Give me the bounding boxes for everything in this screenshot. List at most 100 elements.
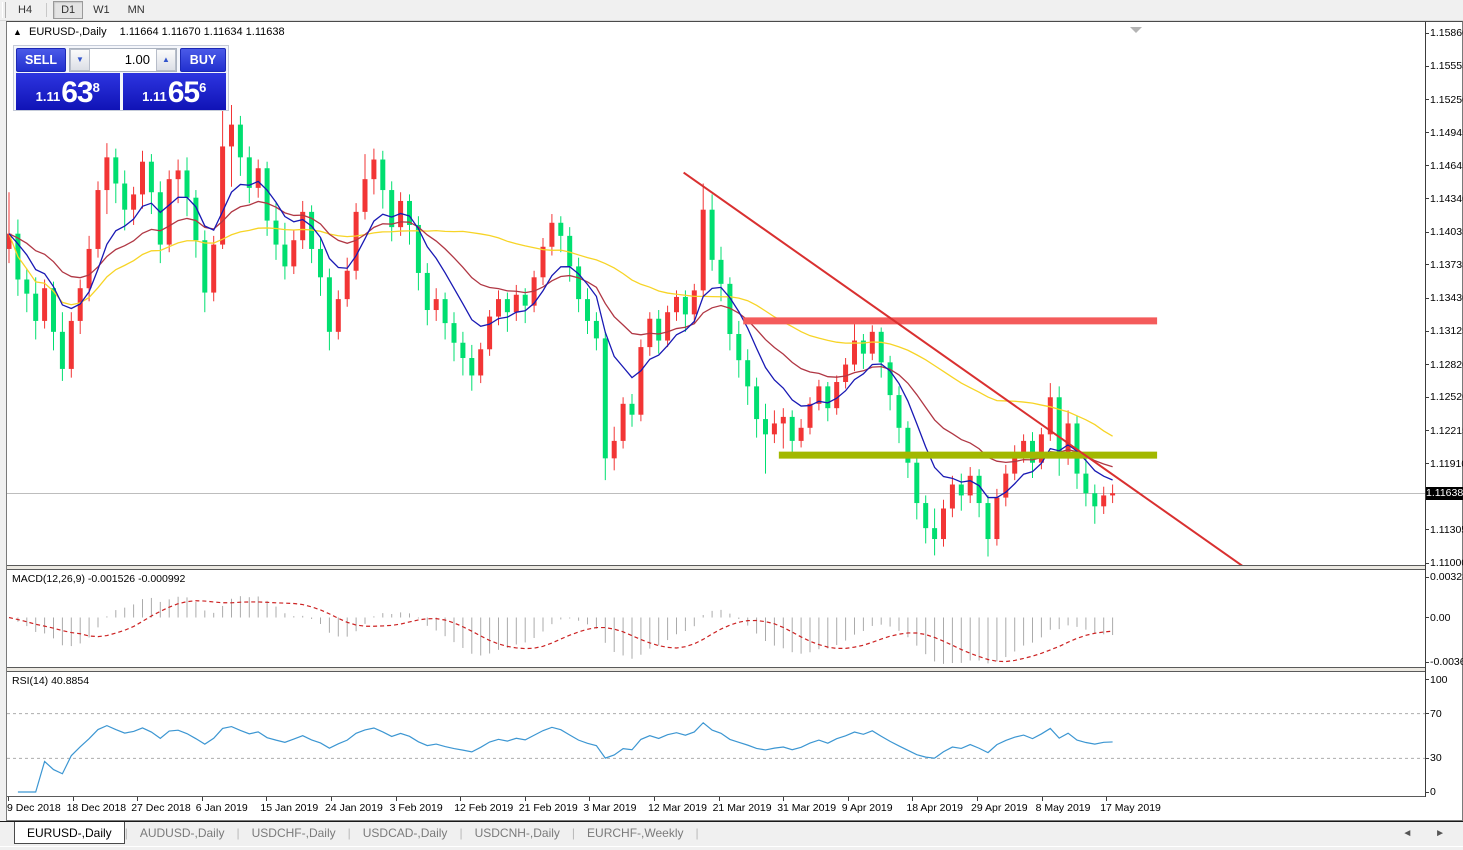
- date-tick: [718, 797, 720, 801]
- one-click-trading-panel: SELL ▼ 1.00 ▲ BUY 1.11 63 8 1.11 65 6: [13, 45, 229, 111]
- date-tick: [783, 797, 785, 801]
- rsi-axis-label: 30: [1430, 752, 1442, 765]
- current-price-badge: 1.11638: [1426, 486, 1463, 500]
- collapse-trade-panel-icon[interactable]: ▲: [13, 27, 22, 37]
- chart-tab-usdchf[interactable]: USDCHF-,Daily: [240, 822, 348, 843]
- timeframe-button-h4[interactable]: H4: [10, 1, 40, 19]
- chart-tab-usdcad[interactable]: USDCAD-,Daily: [351, 822, 460, 843]
- date-tick: [912, 797, 914, 801]
- sell-price-big: 63: [61, 76, 93, 109]
- axis-tick: [1426, 32, 1429, 34]
- date-tick: [8, 797, 9, 801]
- timeframe-button-d1[interactable]: D1: [53, 1, 84, 19]
- chart-window: ▲ EURUSD-,Daily 1.11664 1.11670 1.11634 …: [6, 21, 1463, 821]
- chart-tab-eurchf[interactable]: EURCHF-,Weekly: [575, 822, 695, 843]
- price-axis-label: 1.12215: [1430, 424, 1463, 437]
- chart-title: ▲ EURUSD-,Daily 1.11664 1.11670 1.11634 …: [13, 26, 285, 38]
- tab-scroll-arrows[interactable]: ◄ ►: [1402, 828, 1455, 839]
- volume-input[interactable]: 1.00: [90, 49, 156, 71]
- date-tick: [977, 797, 978, 801]
- date-axis-label: 8 May 2019: [1035, 802, 1091, 814]
- date-axis-label: 3 Mar 2019: [583, 802, 637, 814]
- timeframe-toolbar: H4 D1 W1 MN: [0, 0, 1463, 21]
- macd-axis-label: -0.00365: [1430, 656, 1463, 669]
- date-tick: [1041, 797, 1043, 801]
- price-axis-label: 1.13735: [1430, 258, 1463, 271]
- axis-tick: [1426, 791, 1429, 793]
- sell-button[interactable]: SELL: [16, 48, 66, 72]
- date-axis-label: 17 May 2019: [1100, 802, 1161, 814]
- price-axis-label: 1.14035: [1430, 226, 1463, 239]
- chart-canvas[interactable]: [7, 22, 1425, 797]
- date-axis-label: 31 Mar 2019: [777, 802, 837, 814]
- price-axis-label: 1.12820: [1430, 358, 1463, 371]
- sell-price-box[interactable]: 1.11 63 8: [16, 73, 120, 110]
- volume-decrease-button[interactable]: ▼: [70, 49, 90, 71]
- axis-tick: [1426, 463, 1429, 465]
- axis-tick: [1426, 529, 1429, 531]
- price-axis-label: 1.11000: [1430, 557, 1463, 570]
- axis-tick: [1426, 679, 1429, 681]
- date-axis[interactable]: 9 Dec 2018 18 Dec 2018 27 Dec 2018 6 Jan 20…: [7, 797, 1462, 820]
- price-axis-label: 1.11305: [1430, 523, 1463, 536]
- price-axis-label: 1.15250: [1430, 93, 1463, 106]
- macd-axis-label: 0.00: [1430, 611, 1451, 624]
- axis-tick: [1426, 330, 1429, 332]
- timeframe-button-mn[interactable]: MN: [120, 1, 153, 19]
- date-axis-label: 18 Dec 2018: [66, 802, 127, 814]
- axis-tick: [1426, 198, 1429, 200]
- toolbar-grip[interactable]: [2, 2, 6, 18]
- date-axis-label: 29 Apr 2019: [971, 802, 1028, 814]
- buy-button[interactable]: BUY: [180, 48, 226, 72]
- price-axis-label: 1.15860: [1430, 27, 1463, 39]
- price-axis-label: 1.14945: [1430, 126, 1463, 139]
- sell-price-sup: 8: [92, 80, 100, 95]
- date-tick: [847, 797, 849, 801]
- buy-price-prefix: 1.11: [142, 89, 167, 104]
- macd-indicator-label: MACD(12,26,9) -0.001526 -0.000992: [12, 573, 186, 585]
- date-axis-label: 27 Dec 2018: [131, 802, 191, 814]
- chart-tab-usdcnh[interactable]: USDCNH-,Daily: [463, 822, 572, 843]
- volume-increase-button[interactable]: ▲: [156, 49, 176, 71]
- axis-tick: [1426, 231, 1429, 233]
- axis-tick: [1426, 132, 1429, 134]
- chart-tab-audusd[interactable]: AUDUSD-,Daily: [128, 822, 237, 843]
- date-axis-label: 18 Apr 2019: [906, 802, 964, 814]
- date-axis-label: 21 Feb 2019: [518, 802, 578, 814]
- rsi-axis-label: 100: [1430, 673, 1448, 686]
- axis-tick: [1426, 661, 1429, 663]
- date-axis-label: 15 Jan 2019: [260, 802, 319, 814]
- axis-tick: [1426, 364, 1429, 366]
- date-axis-label: 9 Apr 2019: [841, 802, 893, 814]
- price-axis-label: 1.13125: [1430, 325, 1463, 338]
- buy-price-sup: 6: [199, 80, 207, 95]
- buy-price-box[interactable]: 1.11 65 6: [122, 73, 226, 110]
- date-axis-label: 21 Mar 2019: [712, 802, 772, 814]
- timeframe-button-w1[interactable]: W1: [85, 1, 118, 19]
- date-axis-label: 9 Dec 2018: [7, 802, 61, 814]
- price-axis[interactable]: 1.11638 1.15860 1.15555 1.15250 1.14945 1.14…: [1425, 22, 1463, 798]
- tab-divider: |: [695, 826, 699, 840]
- price-axis-label: 1.11910: [1430, 457, 1463, 470]
- axis-tick: [1426, 297, 1429, 299]
- chart-tab-eurusd[interactable]: EURUSD-,Daily: [14, 822, 125, 844]
- axis-tick: [1426, 713, 1429, 715]
- price-axis-label: 1.14340: [1430, 192, 1463, 205]
- date-tick: [266, 797, 268, 801]
- date-tick: [524, 797, 526, 801]
- axis-tick: [1426, 430, 1429, 432]
- date-tick: [589, 797, 591, 801]
- chart-plot-area[interactable]: [7, 22, 1425, 797]
- date-tick: [137, 797, 139, 801]
- date-tick: [654, 797, 655, 801]
- price-axis-label: 1.12520: [1430, 391, 1463, 404]
- volume-stepper: ▼ 1.00 ▲: [69, 48, 177, 72]
- axis-tick: [1426, 562, 1429, 564]
- axis-tick: [1426, 396, 1429, 398]
- date-tick: [460, 797, 462, 801]
- rsi-axis-label: 70: [1430, 707, 1442, 720]
- sell-price-prefix: 1.11: [35, 89, 61, 104]
- date-tick: [201, 797, 203, 801]
- date-axis-label: 6 Jan 2019: [195, 802, 248, 814]
- axis-tick: [1426, 165, 1429, 167]
